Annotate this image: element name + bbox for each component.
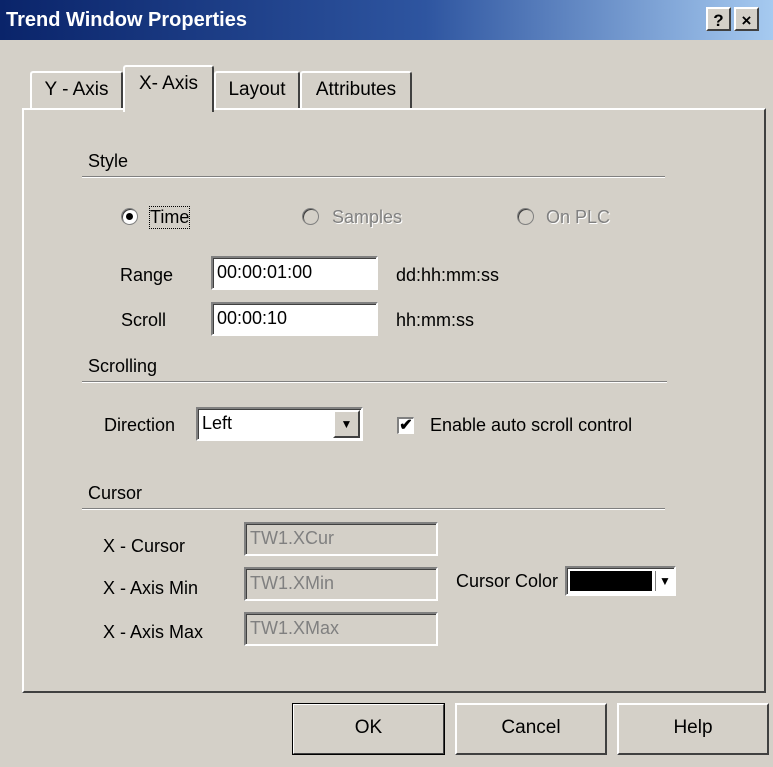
cursor-color-picker[interactable]: ▼ [565,566,676,596]
chevron-down-icon: ▼ [340,417,353,431]
scroll-unit: hh:mm:ss [396,310,475,330]
tab-attributes[interactable]: Attributes [300,71,412,109]
chevron-down-icon: ▼ [659,574,671,588]
checkmark-icon: ✔ [399,417,413,434]
tab-y-axis[interactable]: Y - Axis [30,71,123,109]
cursor-separator [82,508,665,510]
tab-layout[interactable]: Layout [214,71,300,109]
x-axis-max-label: X - Axis Max [103,622,204,642]
tab-panel [22,108,766,693]
cursor-group-label: Cursor [88,483,143,503]
direction-dropdown-button[interactable]: ▼ [333,410,360,438]
title-bar: Trend Window Properties ? × [0,0,773,40]
time-radio[interactable] [121,208,138,225]
direction-label: Direction [104,415,176,435]
color-picker-divider [655,571,656,591]
x-axis-max-input[interactable]: TW1.XMax [244,612,438,646]
tab-x-axis[interactable]: X- Axis [123,65,214,112]
help-button[interactable]: Help [617,703,769,755]
range-label: Range [120,265,174,285]
window-title: Trend Window Properties [6,9,247,31]
samples-radio[interactable] [302,208,319,225]
x-axis-min-input[interactable]: TW1.XMin [244,567,438,601]
style-separator [82,176,665,178]
auto-scroll-label[interactable]: Enable auto scroll control [430,415,632,436]
cursor-color-label: Cursor Color [456,571,559,591]
range-input[interactable]: 00:00:01:00 [211,256,378,290]
on-plc-radio-label: On PLC [546,207,611,227]
x-cursor-input[interactable]: TW1.XCur [244,522,438,556]
radio-selected-dot [126,213,133,220]
scrolling-separator [82,381,667,383]
cancel-button[interactable]: Cancel [455,703,607,755]
style-group-label: Style [88,151,129,171]
direction-value: Left [202,413,233,433]
scroll-label: Scroll [121,310,167,330]
range-unit: dd:hh:mm:ss [396,265,500,285]
close-button[interactable]: × [734,7,759,31]
auto-scroll-checkbox[interactable]: ✔ [397,417,414,434]
on-plc-radio[interactable] [517,208,534,225]
x-cursor-label: X - Cursor [103,536,186,556]
scroll-input[interactable]: 00:00:10 [211,302,378,336]
samples-radio-label: Samples [332,207,403,227]
scrolling-group-label: Scrolling [88,356,158,376]
ok-button[interactable]: OK [292,703,445,755]
x-axis-min-label: X - Axis Min [103,578,199,598]
cursor-color-swatch [570,571,652,591]
time-radio-label[interactable]: Time [148,206,191,229]
help-question-button[interactable]: ? [706,7,731,31]
